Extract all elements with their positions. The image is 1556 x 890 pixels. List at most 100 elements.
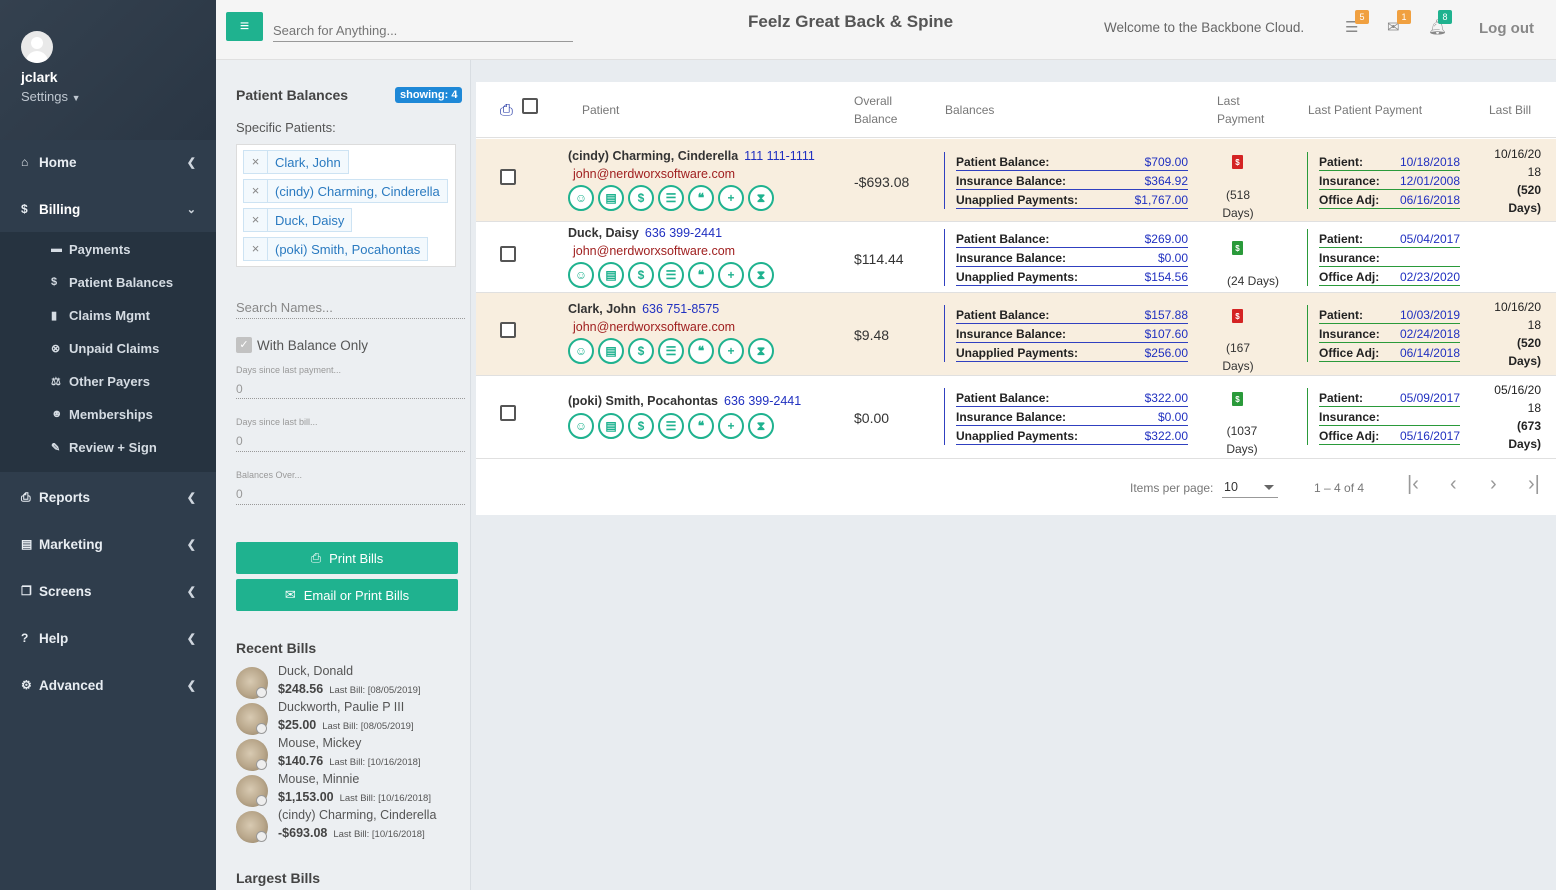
unapplied-payments-value[interactable]: $322.00 [1145, 429, 1188, 443]
hamburger-menu-button[interactable]: ≡ [226, 12, 263, 41]
days-since-payment-input[interactable]: 0 [236, 382, 243, 396]
hourglass-icon[interactable]: ⧗ [748, 185, 774, 211]
insurance-balance-value[interactable]: $364.92 [1145, 174, 1188, 188]
patient-chip-list[interactable]: × Clark, John × (cindy) Charming, Cinderel… [236, 144, 456, 267]
user-icon[interactable]: ☺ [568, 338, 594, 364]
sidebar-item-memberships[interactable]: ☻ Memberships [51, 403, 153, 425]
green-bill-icon[interactable]: $ [1232, 241, 1243, 255]
col-overall[interactable]: Overall Balance [854, 92, 897, 128]
table-row[interactable]: Duck, Daisy 636 399-2441 john@nerdworxsof… [476, 222, 1556, 293]
select-all-checkbox[interactable] [522, 98, 538, 114]
hourglass-icon[interactable]: ⧗ [748, 413, 774, 439]
sidebar-item-patient-balances[interactable]: $ Patient Balances [51, 271, 173, 293]
unapplied-payments-value[interactable]: $1,767.00 [1135, 193, 1188, 207]
sidebar-item-unpaid-claims[interactable]: ⊗ Unpaid Claims [51, 337, 159, 359]
patient-name[interactable]: Clark, John 636 751-8575 [568, 302, 719, 316]
patient-chip[interactable]: × Clark, John [243, 150, 349, 174]
user-icon[interactable]: ☺ [568, 413, 594, 439]
table-row[interactable]: Clark, John 636 751-8575 john@nerdworxsof… [476, 293, 1556, 376]
tasks-button[interactable]: ☰ 5 [1345, 10, 1369, 42]
remove-chip-icon[interactable]: × [244, 151, 268, 173]
lpp-patient-date[interactable]: 10/18/2018 [1400, 155, 1460, 169]
mail-button[interactable]: ✉ 1 [1387, 10, 1411, 42]
recent-bill-item[interactable]: (cindy) Charming, Cinderella -$693.08 Last… [236, 808, 456, 845]
balances-over-input[interactable]: 0 [236, 487, 243, 501]
lpp-patient-date[interactable]: 05/04/2017 [1400, 232, 1460, 246]
patient-balance-value[interactable]: $322.00 [1145, 391, 1188, 405]
sidebar-item-claims-mgmt[interactable]: ▮ Claims Mgmt [51, 304, 150, 326]
list-icon[interactable]: ☰ [658, 413, 684, 439]
print-selected-icon[interactable]: ⎙ [500, 102, 513, 120]
patient-phone[interactable]: 111 111-1111 [744, 149, 815, 163]
file-icon[interactable]: ▤ [598, 413, 624, 439]
sidebar-item-other-payers[interactable]: ⚖ Other Payers [51, 370, 150, 392]
lpp-patient-date[interactable]: 10/03/2019 [1400, 308, 1460, 322]
col-balances[interactable]: Balances [945, 101, 994, 119]
patient-name[interactable]: (poki) Smith, Pocahontas 636 399-2441 [568, 394, 801, 408]
chat-icon[interactable]: ❝ [688, 338, 714, 364]
red-bill-icon[interactable]: $ [1232, 309, 1243, 323]
logout-button[interactable]: Log out [1479, 20, 1534, 37]
hourglass-icon[interactable]: ⧗ [748, 338, 774, 364]
patient-phone[interactable]: 636 399-2441 [724, 394, 801, 408]
patient-chip[interactable]: × (cindy) Charming, Cinderella [243, 179, 448, 203]
row-checkbox[interactable] [500, 246, 516, 262]
plus-circle-icon[interactable]: + [718, 185, 744, 211]
first-page-icon[interactable]: |‹ [1407, 473, 1419, 496]
alerts-button[interactable]: 🔔︎ 8 [1428, 10, 1452, 42]
dollar-icon[interactable]: $ [628, 185, 654, 211]
insurance-balance-value[interactable]: $107.60 [1145, 327, 1188, 341]
patient-chip[interactable]: × (poki) Smith, Pocahontas [243, 237, 429, 261]
print-bills-button[interactable]: ⎙ Print Bills [236, 542, 458, 574]
user-icon[interactable]: ☺ [568, 185, 594, 211]
prev-page-icon[interactable]: ‹ [1450, 473, 1457, 496]
plus-circle-icon[interactable]: + [718, 413, 744, 439]
list-icon[interactable]: ☰ [658, 185, 684, 211]
list-icon[interactable]: ☰ [658, 338, 684, 364]
user-icon[interactable]: ☺ [568, 262, 594, 288]
red-bill-icon[interactable]: $ [1232, 155, 1243, 169]
remove-chip-icon[interactable]: × [244, 180, 268, 202]
col-patient[interactable]: Patient [582, 101, 619, 119]
nav-advanced[interactable]: ⚙ Advanced ❮ [0, 665, 216, 705]
plus-circle-icon[interactable]: + [718, 262, 744, 288]
insurance-balance-value[interactable]: $0.00 [1158, 251, 1188, 265]
green-bill-icon[interactable]: $ [1232, 392, 1243, 406]
file-icon[interactable]: ▤ [598, 262, 624, 288]
days-since-bill-input[interactable]: 0 [236, 434, 243, 448]
patient-phone[interactable]: 636 399-2441 [645, 226, 722, 240]
row-checkbox[interactable] [500, 405, 516, 421]
lpp-insurance-date[interactable]: 12/01/2008 [1400, 174, 1460, 188]
sidebar-item-payments[interactable]: ▬ Payments [51, 238, 130, 260]
patient-balance-value[interactable]: $709.00 [1145, 155, 1188, 169]
file-icon[interactable]: ▤ [598, 185, 624, 211]
unapplied-payments-value[interactable]: $256.00 [1145, 346, 1188, 360]
hourglass-icon[interactable]: ⧗ [748, 262, 774, 288]
nav-home[interactable]: ⌂ Home ❮ [0, 142, 216, 182]
plus-circle-icon[interactable]: + [718, 338, 744, 364]
unapplied-payments-value[interactable]: $154.56 [1145, 270, 1188, 284]
search-names-input[interactable]: Search Names... [236, 300, 333, 315]
recent-bill-item[interactable]: Duck, Donald $248.56 Last Bill: [08/05/201… [236, 664, 456, 701]
patient-name[interactable]: (cindy) Charming, Cinderella 111 111-1111 [568, 149, 815, 163]
lpp-office-date[interactable]: 06/14/2018 [1400, 346, 1460, 360]
list-icon[interactable]: ☰ [658, 262, 684, 288]
col-last-patient-payment[interactable]: Last Patient Payment [1308, 101, 1422, 119]
col-last-payment[interactable]: Last Payment [1217, 92, 1264, 128]
next-page-icon[interactable]: › [1490, 473, 1497, 496]
chat-icon[interactable]: ❝ [688, 262, 714, 288]
dollar-icon[interactable]: $ [628, 413, 654, 439]
lpp-insurance-date[interactable]: 02/24/2018 [1400, 327, 1460, 341]
nav-help[interactable]: ? Help ❮ [0, 618, 216, 658]
last-page-icon[interactable]: ›| [1528, 473, 1540, 496]
row-checkbox[interactable] [500, 169, 516, 185]
table-row[interactable]: (poki) Smith, Pocahontas 636 399-2441 ☺ ▤ $… [476, 376, 1556, 459]
patient-balance-value[interactable]: $269.00 [1145, 232, 1188, 246]
patient-phone[interactable]: 636 751-8575 [642, 302, 719, 316]
lpp-patient-date[interactable]: 05/09/2017 [1400, 391, 1460, 405]
patient-email[interactable]: john@nerdworxsoftware.com [573, 320, 735, 334]
table-row[interactable]: (cindy) Charming, Cinderella 111 111-1111… [476, 139, 1556, 222]
nav-reports[interactable]: ⎙ Reports ❮ [0, 477, 216, 517]
recent-bill-item[interactable]: Duckworth, Paulie P III $25.00 Last Bill: … [236, 700, 456, 737]
global-search-input[interactable] [273, 20, 573, 42]
